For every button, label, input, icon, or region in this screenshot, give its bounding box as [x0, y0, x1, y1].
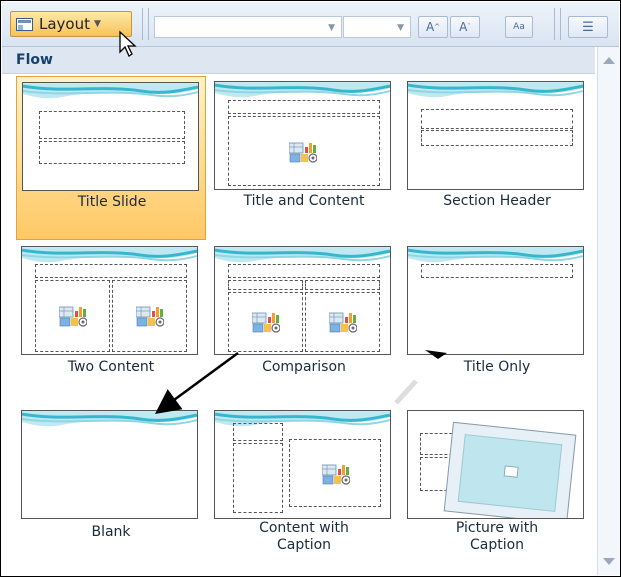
content-placeholder — [228, 116, 380, 186]
picture-placeholder — [443, 421, 577, 518]
layout-label: Two Content — [67, 359, 155, 375]
title-placeholder — [35, 264, 187, 278]
subtitle-placeholder — [39, 141, 185, 164]
chevron-down-icon: ▼ — [94, 19, 101, 29]
thumbnail — [214, 410, 391, 519]
grow-font-icon[interactable]: A ^ — [418, 16, 448, 38]
layout-comparison[interactable]: Comparison — [209, 241, 399, 405]
title-placeholder — [228, 264, 380, 278]
layout-label: Picture with Caption — [455, 520, 539, 553]
layout-picture-with-caption[interactable]: Picture with Caption — [402, 405, 592, 569]
left-heading-placeholder — [228, 280, 303, 290]
chevron-down-icon: ▼ — [397, 23, 404, 33]
toolbar-separator — [560, 8, 561, 40]
thumbnail — [214, 81, 391, 190]
layout-dropdown-window: Layout ▼ ▼ ▼ A ^ Aˇ Aa ☰ Flow Title Slide — [0, 0, 621, 577]
scroll-up-icon[interactable] — [603, 57, 615, 64]
content-icons — [329, 312, 357, 333]
right-heading-placeholder — [305, 280, 380, 290]
caption-placeholder — [233, 443, 283, 513]
font-name-combo[interactable]: ▼ — [154, 16, 342, 38]
toolbar-separator — [148, 8, 149, 40]
layout-blank[interactable]: Blank — [16, 405, 206, 569]
thumbnail — [21, 246, 198, 355]
bullets-icon[interactable]: ☰ — [568, 16, 608, 38]
thumbnail — [21, 410, 198, 519]
thumbnail — [22, 82, 199, 191]
thumbnail — [407, 410, 584, 519]
clear-formatting-icon[interactable]: Aa — [505, 16, 533, 38]
gallery-section-header: Flow — [2, 47, 595, 74]
layout-two-content[interactable]: Two Content — [16, 241, 206, 405]
layout-label: Content with Caption — [259, 520, 349, 553]
gallery-scrollbar[interactable] — [597, 47, 620, 575]
content-icons — [322, 464, 350, 485]
title-placeholder — [39, 111, 185, 139]
shrink-font-icon[interactable]: Aˇ — [450, 16, 480, 38]
layout-section-header[interactable]: Section Header — [402, 76, 592, 240]
layout-label: Title Only — [463, 359, 531, 375]
thumbnail — [214, 246, 391, 355]
content-icons — [252, 312, 280, 333]
title-placeholder — [228, 100, 380, 114]
layout-title-slide[interactable]: Title Slide — [16, 76, 206, 240]
layout-label: Section Header — [443, 193, 551, 209]
font-size-combo[interactable]: ▼ — [343, 16, 411, 38]
text-placeholder — [421, 130, 573, 146]
layout-button-label: Layout — [39, 15, 90, 33]
layout-title-and-content[interactable]: Title and Content — [209, 76, 399, 240]
layout-label: Title and Content — [243, 193, 365, 209]
section-title: Flow — [16, 52, 53, 68]
content-icons — [289, 142, 317, 163]
content-icons — [136, 306, 164, 327]
content-placeholder — [289, 439, 381, 507]
title-placeholder — [421, 109, 573, 129]
left-content-placeholder — [35, 280, 110, 352]
picture-icon — [503, 465, 519, 478]
thumbnail — [407, 81, 584, 190]
layout-button[interactable]: Layout ▼ — [10, 11, 132, 37]
layout-label: Blank — [91, 524, 131, 540]
ribbon-toolbar: Layout ▼ ▼ ▼ A ^ Aˇ Aa ☰ — [2, 2, 619, 47]
title-placeholder — [233, 423, 283, 441]
chevron-down-icon: ▼ — [328, 23, 335, 33]
scroll-down-icon[interactable] — [603, 558, 615, 565]
content-icons — [59, 306, 87, 327]
layout-content-with-caption[interactable]: Content with Caption — [209, 405, 399, 569]
layout-icon — [16, 17, 33, 31]
right-content-placeholder — [112, 280, 187, 352]
toolbar-separator — [554, 8, 555, 40]
layout-title-only[interactable]: Title Only — [402, 241, 592, 405]
left-content-placeholder — [228, 292, 303, 352]
layout-label: Title Slide — [77, 194, 147, 210]
right-content-placeholder — [305, 292, 380, 352]
title-placeholder — [421, 264, 573, 278]
toolbar-separator — [142, 8, 143, 40]
thumbnail — [407, 246, 584, 355]
layout-gallery: Flow Title Slide Title and Content Secti… — [2, 47, 595, 575]
layout-label: Comparison — [262, 359, 346, 375]
